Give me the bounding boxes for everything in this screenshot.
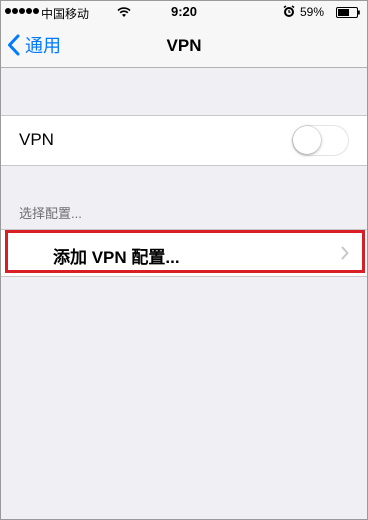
battery-icon [336,7,360,18]
vpn-toggle-label: VPN [19,130,54,149]
add-vpn-config-button[interactable]: 添加 VPN 配置... [1,229,367,277]
chevron-right-icon [341,246,349,260]
phone-screen: 中国移动 9:20 59% 通用 VPN VPN 选择配置... 添加 VPN … [0,0,368,520]
toggle-knob [293,126,321,154]
vpn-toggle-row: VPN [1,115,367,166]
page-title: VPN [166,36,202,55]
vpn-toggle-switch[interactable] [292,125,349,156]
battery-percent: 59% [300,5,325,19]
status-bar: 中国移动 9:20 59% [1,1,367,23]
section-header: 选择配置... [19,206,82,221]
alarm-icon [283,5,295,17]
add-vpn-config-label: 添加 VPN 配置... [53,248,180,267]
navigation-bar: 通用 VPN [1,23,367,68]
